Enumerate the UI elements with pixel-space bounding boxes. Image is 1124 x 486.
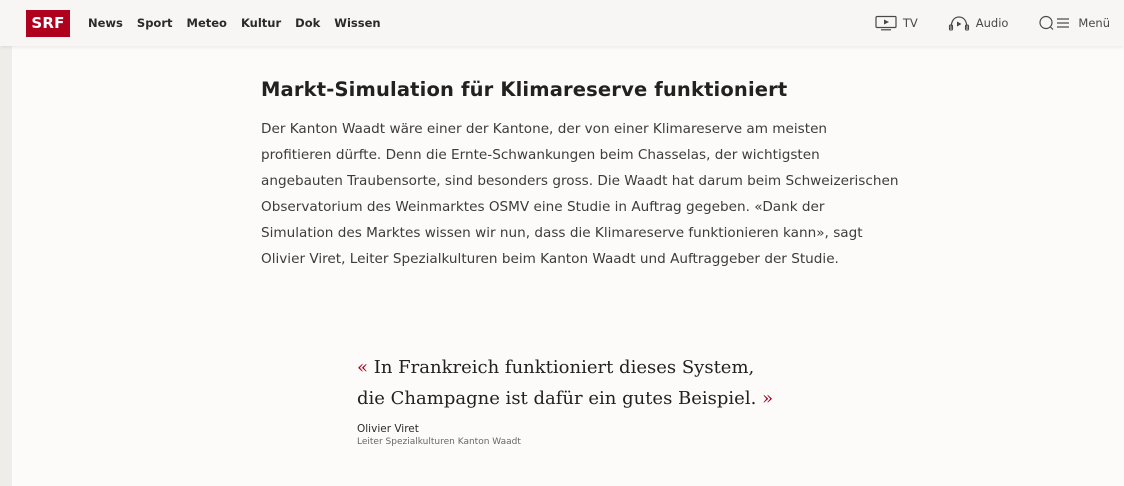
- menu-label: Menü: [1078, 16, 1110, 30]
- quote-close-mark: »: [762, 388, 774, 409]
- site-header: SRF News Sport Meteo Kultur Dok Wissen T…: [0, 0, 1124, 46]
- nav-item-wissen[interactable]: Wissen: [334, 16, 380, 30]
- nav-item-sport[interactable]: Sport: [137, 16, 173, 30]
- tv-label: TV: [902, 16, 918, 30]
- quote-author-role: Leiter Spezialkulturen Kanton Waadt: [357, 437, 521, 447]
- search-menu-icon: [1039, 15, 1070, 30]
- nav-item-news[interactable]: News: [88, 16, 123, 30]
- page: SRF News Sport Meteo Kultur Dok Wissen T…: [0, 0, 1124, 486]
- nav-item-meteo[interactable]: Meteo: [187, 16, 227, 30]
- article-section: Markt-Simulation für Klimareserve funkti…: [261, 78, 901, 272]
- menu-button[interactable]: Menü: [1038, 15, 1110, 31]
- tv-link[interactable]: TV: [875, 15, 918, 31]
- header-actions: TV Audio Menü: [845, 0, 1110, 46]
- quote-author: Olivier Viret: [357, 423, 419, 435]
- nav-item-kultur[interactable]: Kultur: [241, 16, 281, 30]
- quote-text: « In Frankreich funktioniert dieses Syst…: [357, 352, 777, 414]
- section-headline: Markt-Simulation für Klimareserve funkti…: [261, 78, 788, 101]
- srf-logo[interactable]: SRF: [26, 9, 70, 37]
- main-nav: News Sport Meteo Kultur Dok Wissen: [88, 16, 395, 30]
- quote-body: In Frankreich funktioniert dieses System…: [357, 357, 757, 409]
- audio-link[interactable]: Audio: [948, 15, 1009, 31]
- pull-quote: « In Frankreich funktioniert dieses Syst…: [357, 352, 817, 447]
- article-card: Markt-Simulation für Klimareserve funkti…: [12, 46, 1124, 486]
- tv-play-icon: [875, 15, 897, 31]
- quote-open-mark: «: [357, 357, 369, 378]
- article-paragraph: Der Kanton Waadt wäre einer der Kantone,…: [261, 121, 899, 267]
- audio-play-icon: [948, 16, 969, 31]
- audio-label: Audio: [975, 16, 1009, 30]
- nav-item-dok[interactable]: Dok: [295, 16, 320, 30]
